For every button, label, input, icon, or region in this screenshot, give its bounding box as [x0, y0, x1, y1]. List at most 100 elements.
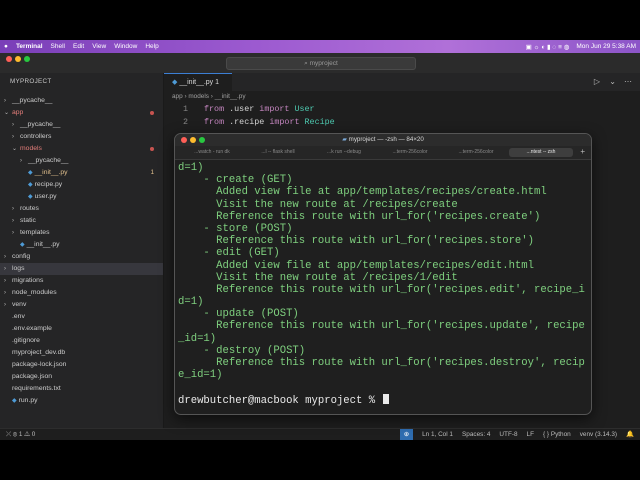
sidebar-item-label: config: [12, 253, 31, 260]
chevron-icon: ›: [12, 122, 14, 128]
terminal-titlebar: ▰ myproject — -zsh — 84×20: [175, 134, 591, 146]
sidebar-item[interactable]: ◆ __init__.py 1: [0, 167, 163, 179]
terminal-tab[interactable]: ...l -- flask shell: [249, 148, 307, 157]
status-icons[interactable]: ▣ ☼ ◐ ▮ ◌ ≡ ◍: [526, 43, 570, 51]
sidebar-item[interactable]: package.json: [0, 371, 163, 383]
sidebar-item-label: run.py: [18, 397, 38, 404]
terminal-line: - update (POST): [178, 308, 299, 321]
run-icon[interactable]: ▷: [594, 77, 600, 86]
terminal-output[interactable]: d=1) - create (GET) Added view file at a…: [178, 162, 588, 407]
sidebar-item-label: __pycache__: [20, 121, 61, 128]
terminal-close-icon[interactable]: [181, 137, 187, 143]
code-editor[interactable]: 1 from .user import User 2 from .recipe im…: [164, 103, 640, 129]
menu-edit[interactable]: Edit: [73, 43, 84, 50]
sidebar-item[interactable]: ◆ user.py: [0, 191, 163, 203]
editor-tabbar: ◆ __init__.py 1 ▷ ⌄ ⋯: [164, 73, 640, 91]
chevron-icon: ›: [20, 158, 22, 164]
sidebar-item-label: controllers: [20, 133, 52, 140]
menu-help[interactable]: Help: [145, 43, 158, 50]
sidebar-item[interactable]: ⌄ models: [0, 143, 163, 155]
chevron-icon: ›: [4, 98, 6, 104]
menu-shell[interactable]: Shell: [51, 43, 65, 50]
sidebar-item[interactable]: .env.example: [0, 323, 163, 335]
sidebar-item-label: logs: [12, 265, 25, 272]
sidebar-item[interactable]: .env: [0, 311, 163, 323]
chevron-icon: ›: [4, 254, 6, 260]
code-line: 2 from .recipe import Recipe: [182, 117, 335, 127]
terminal-line: Reference this route with url_for('recip…: [178, 283, 585, 296]
remote-icon: ⤫: [6, 431, 13, 438]
sidebar-item[interactable]: package-lock.json: [0, 359, 163, 371]
terminal-tab[interactable]: ...watch - run dk: [183, 148, 241, 157]
breadcrumb[interactable]: app › models › __init__.py: [164, 91, 640, 102]
python-file-icon: ◆: [28, 194, 33, 200]
sidebar-item[interactable]: ⌄ app: [0, 107, 163, 119]
terminal-line: Visit the new route at /recipes/1/edit: [178, 271, 458, 284]
sidebar-item[interactable]: › node_modules: [0, 287, 163, 299]
chevron-icon: ›: [12, 218, 14, 224]
sidebar-item[interactable]: .gitignore: [0, 335, 163, 347]
sidebar-item[interactable]: ◆ run.py: [0, 395, 163, 407]
sidebar-item[interactable]: › static: [0, 215, 163, 227]
terminal-tab[interactable]: ...term-256color: [381, 148, 439, 157]
sidebar-item[interactable]: › controllers: [0, 131, 163, 143]
chevron-icon: ›: [12, 230, 14, 236]
sidebar-item-label: user.py: [34, 193, 57, 200]
terminal-line: d=1): [178, 162, 204, 174]
terminal-line: - destroy (POST): [178, 344, 306, 357]
more-icon[interactable]: ⋯: [624, 77, 632, 86]
apple-icon[interactable]: ●: [4, 43, 8, 50]
terminal-line: e_id=1): [178, 369, 223, 382]
sidebar-item[interactable]: › venv: [0, 299, 163, 311]
command-search-input[interactable]: ⌕ myproject: [226, 57, 416, 70]
sidebar-item[interactable]: › templates: [0, 227, 163, 239]
terminal-prompt[interactable]: drewbutcher@macbook myproject %: [178, 393, 588, 407]
python-file-icon: ◆: [20, 242, 25, 248]
chevron-icon: ⌄: [12, 146, 18, 152]
menu-window[interactable]: Window: [114, 43, 137, 50]
sidebar-item[interactable]: ◆ __init__.py: [0, 239, 163, 251]
sidebar-item-label: myproject_dev.db: [12, 349, 66, 356]
sidebar-item[interactable]: › __pycache__: [0, 155, 163, 167]
terminal-tab[interactable]: ...k run --debug: [315, 148, 373, 157]
sidebar-item[interactable]: myproject_dev.db: [0, 347, 163, 359]
terminal-minimize-icon[interactable]: [190, 137, 196, 143]
file-tree: › __pycache__ ⌄ app › __pycache__ › controllers…: [0, 95, 163, 407]
new-tab-icon[interactable]: +: [580, 147, 585, 156]
modified-dot-icon: [150, 147, 154, 151]
minimize-icon[interactable]: [15, 56, 21, 62]
sidebar-item[interactable]: › routes: [0, 203, 163, 215]
explorer-title: MYPROJECT: [10, 78, 52, 85]
terminal-tabs: ...watch - run dk ...l -- flask shell ..…: [175, 146, 591, 160]
sidebar-item[interactable]: › __pycache__: [0, 119, 163, 131]
sidebar-item-label: package-lock.json: [12, 361, 67, 368]
sidebar-item[interactable]: › __pycache__: [0, 95, 163, 107]
menu-view[interactable]: View: [92, 43, 106, 50]
sidebar-item-label: node_modules: [12, 289, 57, 296]
sidebar-item[interactable]: › logs: [0, 263, 163, 275]
menubar-clock[interactable]: Mon Jun 29 5:38 AM: [576, 43, 636, 50]
terminal-line: Reference this route with url_for('recip…: [178, 235, 535, 248]
sidebar-item[interactable]: requirements.txt: [0, 383, 163, 395]
menu-app-name[interactable]: Terminal: [16, 43, 43, 50]
terminal-line: Visit the new route at /recipes/create: [178, 198, 458, 211]
terminal-tab-active[interactable]: ...ntest -- zsh: [509, 148, 573, 157]
terminal-window[interactable]: ▰ myproject — -zsh — 84×20 ...watch - ru…: [174, 133, 592, 415]
zoom-icon[interactable]: [24, 56, 30, 62]
sidebar-item[interactable]: › migrations: [0, 275, 163, 287]
sidebar-item-label: __init__.py: [34, 169, 68, 176]
terminal-tab[interactable]: ...term-256color: [447, 148, 505, 157]
python-file-icon: ◆: [12, 398, 17, 404]
explorer-sidebar: MYPROJECT › __pycache__ ⌄ app › __pycache__ › c…: [0, 73, 164, 428]
text-cursor: [383, 393, 390, 404]
sidebar-item-label: .gitignore: [12, 337, 40, 344]
terminal-lines: d=1) - create (GET) Added view file at a…: [178, 162, 588, 394]
split-editor-icon[interactable]: ⌄: [609, 77, 616, 86]
sidebar-item[interactable]: › config: [0, 251, 163, 263]
close-icon[interactable]: [6, 56, 12, 62]
tab-init-py[interactable]: ◆ __init__.py 1: [164, 73, 232, 91]
sidebar-item[interactable]: ◆ recipe.py: [0, 179, 163, 191]
terminal-line: - edit (GET): [178, 247, 280, 260]
terminal-zoom-icon[interactable]: [199, 137, 205, 143]
